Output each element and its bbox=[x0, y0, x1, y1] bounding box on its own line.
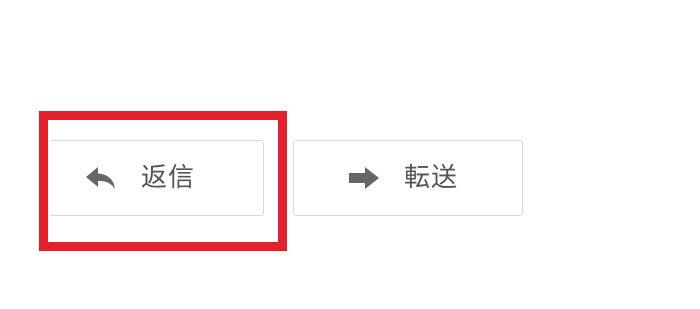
reply-icon bbox=[83, 163, 119, 193]
mail-action-toolbar: 返信 転送 bbox=[0, 0, 700, 309]
reply-label: 返信 bbox=[141, 163, 196, 193]
reply-button[interactable]: 返信 bbox=[49, 140, 264, 216]
forward-button[interactable]: 転送 bbox=[293, 140, 523, 216]
forward-label: 転送 bbox=[404, 163, 459, 193]
arrow-right-icon bbox=[346, 163, 382, 193]
